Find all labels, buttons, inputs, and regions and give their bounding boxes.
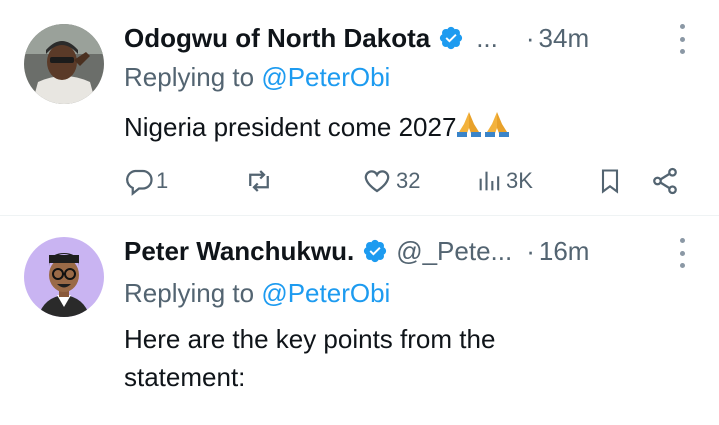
- tweet-actions: 1 32 3K: [124, 163, 684, 199]
- separator-dot: ·: [526, 235, 535, 266]
- timestamp[interactable]: 16m: [539, 236, 590, 267]
- author-name[interactable]: Odogwu of North Dakota: [124, 23, 430, 54]
- verified-badge-icon: [438, 25, 464, 51]
- avatar[interactable]: [24, 24, 104, 104]
- share-button[interactable]: [650, 163, 680, 199]
- like-count: 32: [396, 168, 421, 193]
- repost-button[interactable]: [244, 163, 274, 199]
- handle-truncated: ...: [476, 22, 498, 53]
- replying-label: Replying to: [124, 278, 262, 308]
- verified-badge-icon: [362, 238, 388, 264]
- tweet-text: Here are the key points from the stateme…: [124, 324, 496, 392]
- reply-icon: [126, 169, 153, 196]
- replying-to: Replying to @PeterObi: [124, 62, 390, 93]
- replying-label: Replying to: [124, 62, 262, 92]
- tweet-body: Nigeria president come 2027: [124, 112, 457, 142]
- more-options-icon[interactable]: [677, 238, 687, 268]
- replying-mention-link[interactable]: @PeterObi: [261, 278, 390, 308]
- author-handle[interactable]: @_Pete...: [396, 236, 512, 267]
- separator-dot: ·: [525, 22, 535, 53]
- more-options-icon[interactable]: [677, 24, 687, 54]
- replying-mention-link[interactable]: @PeterObi: [261, 62, 390, 92]
- author-name[interactable]: Peter Wanchukwu.: [124, 236, 354, 267]
- reply-button[interactable]: 1: [124, 163, 168, 199]
- tweet-2[interactable]: Peter Wanchukwu. @_Pete... · 16m Replyin…: [0, 216, 719, 425]
- replying-to: Replying to @PeterObi: [124, 278, 390, 309]
- tweet-1[interactable]: Odogwu of North Dakota ... · 34m Replyin…: [0, 0, 719, 215]
- like-button[interactable]: 32: [362, 163, 420, 199]
- reply-count: 1: [156, 168, 169, 193]
- share-icon: [653, 167, 677, 195]
- views-button[interactable]: 3K: [476, 163, 533, 199]
- views-chart-icon: [479, 171, 500, 191]
- avatar[interactable]: [24, 237, 104, 317]
- pray-emoji-icons: [456, 108, 510, 146]
- bookmark-button[interactable]: [596, 163, 624, 199]
- timestamp[interactable]: 34m: [539, 23, 590, 54]
- tweet-text: Nigeria president come 2027: [124, 108, 684, 146]
- view-count: 3K: [506, 168, 533, 193]
- heart-icon: [364, 170, 390, 193]
- repost-icon: [249, 170, 269, 192]
- bookmark-icon: [601, 169, 619, 194]
